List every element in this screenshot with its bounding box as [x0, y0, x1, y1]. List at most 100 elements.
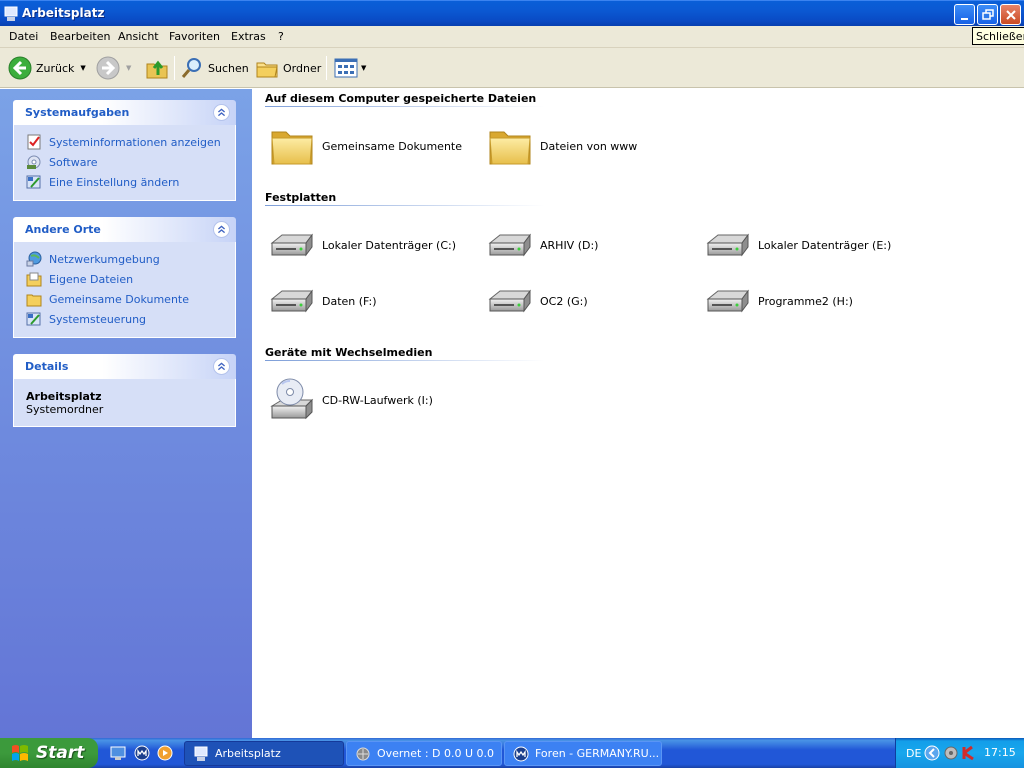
back-dropdown-icon[interactable]: ▼	[80, 64, 85, 72]
system-info-icon	[27, 134, 41, 150]
place-label: Eigene Dateien	[49, 272, 134, 286]
toolbar-separator	[174, 56, 175, 80]
item-label: Dateien von www	[540, 139, 638, 153]
folder-icon	[486, 122, 534, 170]
task-label: Software	[49, 155, 98, 169]
tray-expand-icon[interactable]	[924, 745, 940, 761]
menu-datei[interactable]: Datei	[9, 30, 38, 43]
close-button[interactable]	[1000, 4, 1021, 25]
network-tray-icon[interactable]	[943, 745, 959, 761]
title-bar[interactable]: Arbeitsplatz	[0, 0, 1024, 26]
place-shared-documents[interactable]: Gemeinsame Dokumente	[26, 289, 235, 309]
forward-arrow-icon	[96, 56, 120, 80]
overnet-icon	[356, 747, 370, 760]
drive-h[interactable]: Programme2 (H:)	[704, 277, 853, 325]
minimize-button[interactable]	[954, 4, 975, 25]
browser-icon	[513, 746, 529, 761]
back-button[interactable]: Zurück ▼	[8, 54, 86, 82]
task-change-setting[interactable]: Eine Einstellung ändern	[26, 172, 235, 192]
my-computer-icon	[4, 6, 18, 21]
task-overnet[interactable]: Overnet : D 0.0 U 0.0	[346, 741, 502, 766]
item-shared-documents[interactable]: Gemeinsame Dokumente	[268, 122, 462, 170]
forward-button[interactable]: ▼	[96, 54, 131, 82]
task-software[interactable]: Software	[26, 152, 235, 172]
hard-drive-icon	[704, 277, 752, 325]
views-button[interactable]: ▼	[334, 54, 366, 82]
menu-ansicht[interactable]: Ansicht	[118, 30, 159, 43]
windows-logo-icon	[12, 745, 28, 761]
task-arbeitsplatz[interactable]: Arbeitsplatz	[184, 741, 344, 766]
other-places-header[interactable]: Andere Orte	[13, 217, 236, 242]
menu-favoriten[interactable]: Favoriten	[169, 30, 220, 43]
details-panel: Details Arbeitsplatz Systemordner	[13, 354, 236, 427]
collapse-icon[interactable]	[213, 221, 230, 238]
task-label: Overnet : D 0.0 U 0.0	[377, 747, 495, 760]
search-button[interactable]: Suchen	[180, 54, 249, 82]
control-panel-icon	[26, 312, 41, 326]
back-arrow-icon	[8, 56, 32, 80]
network-icon	[26, 251, 42, 267]
restore-button[interactable]	[977, 4, 998, 25]
menu-extras[interactable]: Extras	[231, 30, 266, 43]
my-documents-icon	[26, 272, 42, 287]
folders-button[interactable]: Ordner	[255, 54, 321, 82]
task-label: Foren - GERMANY.RU...	[535, 747, 660, 760]
hard-drive-icon	[704, 221, 752, 269]
system-tasks-header[interactable]: Systemaufgaben	[13, 100, 236, 125]
group-divider	[265, 360, 545, 361]
group-divider	[265, 106, 545, 107]
drive-e[interactable]: Lokaler Datenträger (E:)	[704, 221, 891, 269]
place-network[interactable]: Netzwerkumgebung	[26, 249, 235, 269]
collapse-icon[interactable]	[213, 358, 230, 375]
quicklaunch-desktop-icon[interactable]	[110, 745, 126, 761]
start-button[interactable]: Start	[0, 738, 98, 768]
system-tasks-panel: Systemaufgaben Systeminformationen anzei…	[13, 100, 236, 201]
drive-d[interactable]: ARHIV (D:)	[486, 221, 598, 269]
item-label: Lokaler Datenträger (C:)	[322, 238, 457, 252]
close-icon	[1006, 10, 1016, 20]
item-label: OC2 (G:)	[540, 294, 588, 308]
task-pane: Systemaufgaben Systeminformationen anzei…	[0, 89, 252, 738]
language-indicator[interactable]: DE	[906, 747, 921, 760]
my-computer-icon	[194, 746, 208, 761]
place-label: Netzwerkumgebung	[49, 252, 160, 266]
hard-drive-icon	[486, 221, 534, 269]
drive-g[interactable]: OC2 (G:)	[486, 277, 588, 325]
restore-icon	[982, 9, 994, 20]
toolbar: Zurück ▼ ▼ Suchen Ordner ▼	[0, 48, 1024, 88]
system-tasks-title: Systemaufgaben	[25, 106, 130, 119]
group-title-stored-files: Auf diesem Computer gespeicherte Dateien	[265, 92, 537, 105]
folder-icon	[268, 122, 316, 170]
menu-bearbeiten[interactable]: Bearbeiten	[50, 30, 110, 43]
up-folder-button[interactable]	[145, 54, 169, 82]
details-title: Details	[25, 360, 69, 373]
task-system-info[interactable]: Systeminformationen anzeigen	[26, 132, 235, 152]
forward-dropdown-icon[interactable]: ▼	[126, 64, 131, 72]
hard-drive-icon	[486, 277, 534, 325]
folders-icon	[256, 62, 278, 78]
details-header[interactable]: Details	[13, 354, 236, 379]
quicklaunch-messenger-icon[interactable]	[134, 745, 150, 761]
item-label: Lokaler Datenträger (E:)	[758, 238, 892, 252]
details-type: Systemordner	[26, 403, 104, 416]
task-label: Arbeitsplatz	[215, 747, 281, 760]
item-www-files[interactable]: Dateien von www	[486, 122, 637, 170]
search-icon	[181, 58, 201, 78]
group-title-hard-disks: Festplatten	[265, 191, 337, 204]
minimize-icon	[961, 18, 968, 20]
clock[interactable]: 17:15	[984, 746, 1016, 759]
kaspersky-icon[interactable]	[961, 745, 977, 761]
quicklaunch-media-icon[interactable]	[157, 745, 173, 761]
collapse-icon[interactable]	[213, 104, 230, 121]
place-control-panel[interactable]: Systemsteuerung	[26, 309, 235, 329]
drive-i-cdrw[interactable]: CD-RW-Laufwerk (I:)	[268, 376, 433, 424]
drive-c[interactable]: Lokaler Datenträger (C:)	[268, 221, 456, 269]
other-places-title: Andere Orte	[25, 223, 101, 236]
views-dropdown-icon[interactable]: ▼	[361, 64, 366, 72]
place-my-documents[interactable]: Eigene Dateien	[26, 269, 235, 289]
drive-f[interactable]: Daten (F:)	[268, 277, 377, 325]
menu-help[interactable]: ?	[278, 30, 284, 43]
start-label: Start	[36, 743, 85, 763]
task-label: Eine Einstellung ändern	[49, 175, 180, 189]
task-foren-germany[interactable]: Foren - GERMANY.RU...	[504, 741, 662, 766]
